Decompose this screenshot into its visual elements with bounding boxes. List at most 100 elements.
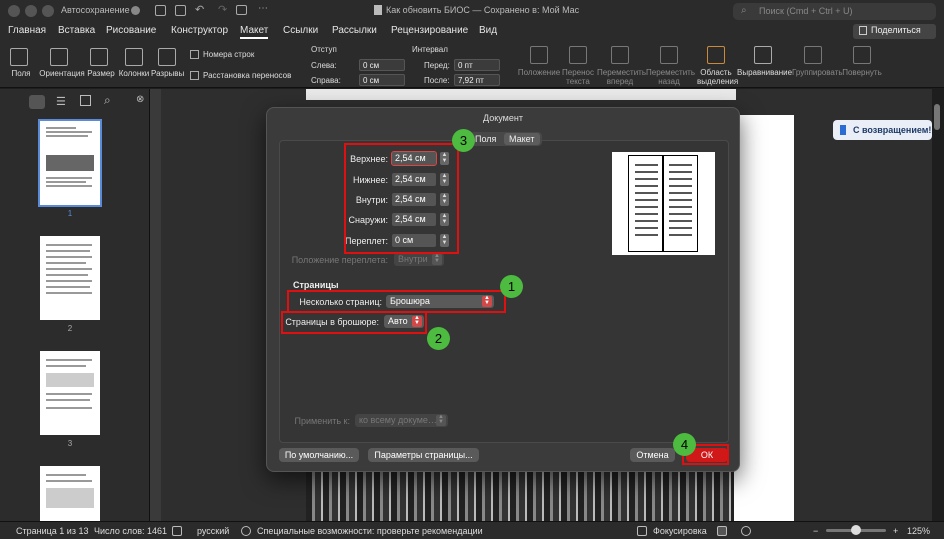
group-button[interactable]: Группировать [792,68,843,77]
margins-button[interactable]: Поля [6,69,36,78]
highlight-margins [344,143,459,254]
proofing-icon[interactable] [172,526,182,536]
tab-draw[interactable]: Рисование [106,25,156,36]
welcome-banner[interactable]: С возвращением! [833,120,932,140]
position-button[interactable]: Положение [517,68,561,77]
apply-to-select[interactable]: ко всему докуме… ▲ ▼ [355,414,448,427]
preview-text-line [669,199,692,201]
indent-left-input[interactable]: 0 см [359,59,405,71]
autosave-toggle[interactable] [131,6,140,15]
tab-references[interactable]: Ссылки [283,25,318,36]
hyphenation-button[interactable]: Расстановка переносов [203,71,291,80]
word-window: Автосохранение ↶ ↷ ⋯ Как обновить БИОС —… [0,0,944,539]
apply-to-value: ко всему докуме… [359,415,437,425]
close-window-button[interactable] [8,5,20,17]
save-icon[interactable] [175,5,186,16]
zoom-in-icon[interactable]: + [893,526,898,536]
chevron-updown-icon: ▲ ▼ [436,414,446,426]
orientation-button[interactable]: Ориентация [38,69,86,78]
share-button[interactable]: Поделиться [853,24,936,39]
preview-text-line [669,213,692,215]
tab-home[interactable]: Главная [8,25,46,36]
redo-icon[interactable]: ↷ [218,3,227,16]
gutter-position-value: Внутри [398,254,428,264]
step-badge-4: 4 [673,433,696,456]
zoom-slider-handle[interactable] [851,525,861,535]
wrap-text-button[interactable]: Перенос [560,68,596,77]
rotate-icon [853,46,871,64]
share-label: Поделиться [871,25,921,35]
align-button[interactable]: Выравнивание [737,68,792,77]
web-layout-icon[interactable] [741,526,751,536]
more-icon[interactable]: ⋯ [258,3,268,14]
line-numbers-button[interactable]: Номера строк [203,50,254,59]
zoom-window-button[interactable] [42,5,54,17]
default-button[interactable]: По умолчанию... [279,448,359,462]
preview-text-line [635,234,658,236]
tab-design[interactable]: Конструктор [171,25,228,36]
home-icon[interactable] [155,5,166,16]
page-thumbnail[interactable] [40,236,100,320]
spacing-heading: Интервал [412,45,448,54]
columns-button[interactable]: Колонки [117,69,151,78]
line-numbers-icon [190,50,199,59]
search-pane-icon[interactable]: ⌕ [104,93,111,108]
step-badge-2: 2 [427,327,450,350]
preview-text-line [635,227,658,229]
page-setup-button[interactable]: Параметры страницы... [368,448,479,462]
bring-forward-button[interactable]: Переместить [597,68,646,77]
thumbnails-view-icon[interactable] [29,95,45,109]
cancel-button[interactable]: Отмена [630,448,675,462]
word-count[interactable]: Число слов: 1461 [94,526,167,536]
language[interactable]: русский [197,526,229,536]
tab-mailings[interactable]: Рассылки [332,25,377,36]
preview-text-line [635,192,658,194]
search-input[interactable]: ⌕ Поиск (Cmd + Ctrl + U) [733,3,936,20]
preview-text-line [669,234,692,236]
zoom-level[interactable]: 125% [907,526,930,536]
selection-pane-button[interactable]: Область [697,68,735,77]
tab-review[interactable]: Рецензирование [391,25,468,36]
focus-icon[interactable] [637,526,647,536]
spacing-after-input[interactable]: 7,92 пт [454,74,500,86]
page-number: 3 [67,439,73,448]
dialog-title: Документ [483,113,523,123]
accessibility-icon[interactable] [241,526,251,536]
tab-insert[interactable]: Вставка [58,25,95,36]
size-icon [90,48,108,66]
undo-icon[interactable]: ↶ [195,3,204,16]
tab-view[interactable]: Вид [479,25,497,36]
preview-text-line [635,178,658,180]
tab-margins[interactable]: Поля [475,134,496,144]
indent-right-input[interactable]: 0 см [359,74,405,86]
wrap-text-icon [569,46,587,64]
outline-view-icon[interactable]: ☰ [56,95,66,108]
preview-text-line [635,199,658,201]
bring-forward-icon [611,46,629,64]
page-thumbnail[interactable] [40,466,100,521]
print-icon[interactable] [236,5,247,15]
page-thumbnail[interactable] [38,119,102,207]
tab-layout-dialog[interactable]: Макет [509,134,534,144]
preview-text-line [669,206,692,208]
rotate-button[interactable]: Повернуть [842,68,882,77]
ribbon: Поля Ориентация Размер Колонки Разрывы Н… [0,40,944,88]
apply-to-label: Применить к: [294,416,350,426]
tab-layout[interactable]: Макет [240,25,269,39]
zoom-out-icon[interactable]: − [813,526,818,536]
print-layout-icon[interactable] [717,526,727,536]
breaks-button[interactable]: Разрывы [151,69,184,78]
focus-mode[interactable]: Фокусировка [653,526,707,536]
accessibility-status[interactable]: Специальные возможности: проверьте реком… [257,526,483,536]
page-count[interactable]: Страница 1 из 13 [16,526,88,536]
gutter-position-select[interactable]: Внутри ▲ ▼ [394,253,444,266]
highlight-booklet-pages [281,311,427,334]
minimize-window-button[interactable] [25,5,37,17]
spacing-before-input[interactable]: 0 пт [454,59,500,71]
edit-view-icon[interactable] [80,95,91,106]
vertical-scrollbar[interactable] [934,104,940,130]
send-backward-button[interactable]: Переместить [646,68,695,77]
close-pane-icon[interactable]: ⊗ [136,94,144,105]
size-button[interactable]: Размер [86,69,116,78]
page-thumbnail[interactable] [40,351,100,435]
